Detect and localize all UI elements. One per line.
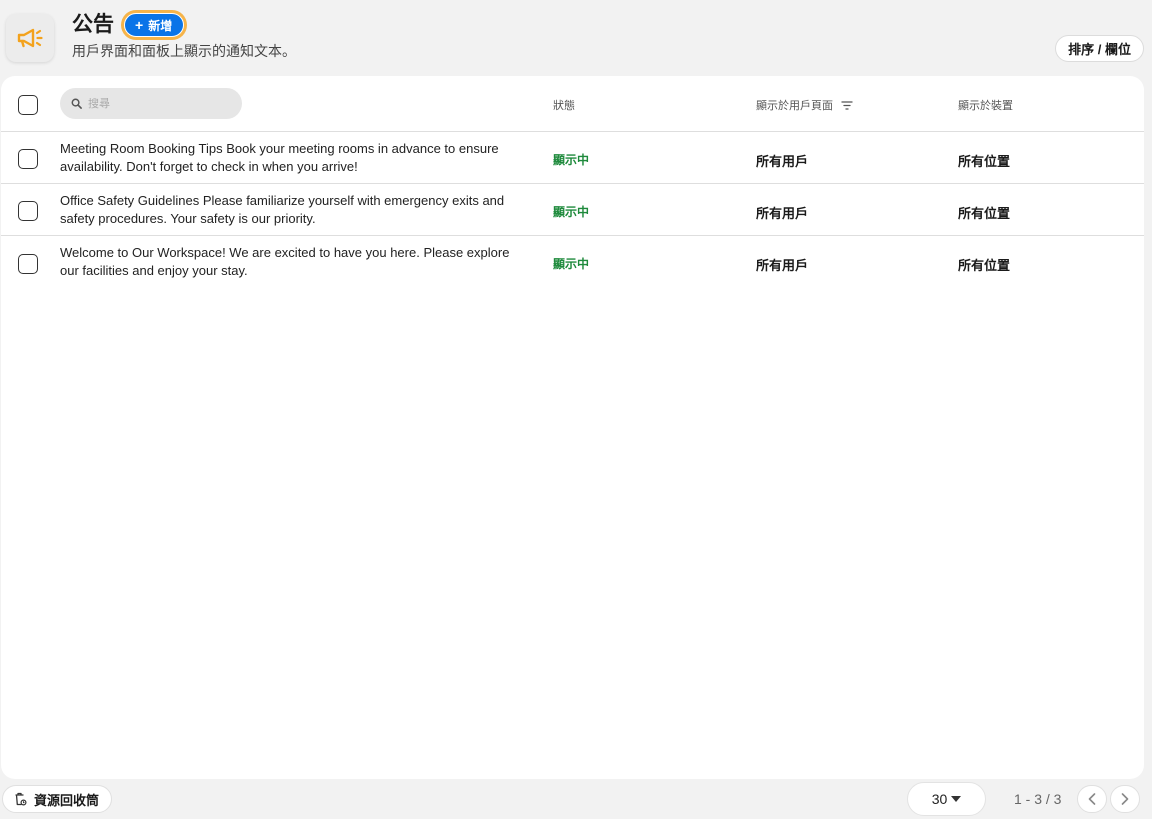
page-size-select[interactable]: 30 [907, 782, 986, 816]
plus-icon: + [135, 17, 144, 33]
announcement-text: Meeting Room Booking Tips Book your meet… [60, 141, 499, 174]
announcement-text: Welcome to Our Workspace! We are excited… [60, 245, 510, 278]
recycle-bin-label: 資源回收筒 [34, 792, 100, 808]
user-page-value: 所有用戶 [756, 206, 809, 221]
device-value: 所有位置 [958, 258, 1011, 273]
page-size-value: 30 [931, 791, 948, 807]
status-badge: 顯示中 [553, 153, 590, 167]
column-header-status[interactable]: 狀態 [553, 97, 575, 113]
status-badge: 顯示中 [553, 205, 590, 219]
device-value: 所有位置 [958, 206, 1011, 221]
sort-columns-button[interactable]: 排序 / 欄位 [1055, 35, 1144, 62]
column-header-device[interactable]: 顯示於裝置 [958, 97, 1013, 113]
recycle-bin-button[interactable]: 資源回收筒 [2, 785, 113, 813]
page-subtitle: 用戶界面和面板上顯示的通知文本。 [72, 43, 296, 59]
row-checkbox[interactable] [18, 149, 38, 169]
previous-page-button[interactable] [1077, 785, 1107, 813]
megaphone-icon [17, 28, 43, 48]
search-icon [71, 98, 82, 109]
search-box[interactable] [60, 88, 242, 119]
select-all-checkbox[interactable] [18, 95, 38, 115]
add-button[interactable]: + 新增 [124, 13, 185, 37]
column-header-device-label: 顯示於裝置 [958, 100, 1013, 112]
status-badge: 顯示中 [553, 257, 590, 271]
add-button-focus-ring: + 新增 [121, 10, 188, 40]
row-checkbox[interactable] [18, 201, 38, 221]
table-row[interactable]: Office Safety Guidelines Please familiar… [1, 184, 1144, 236]
column-header-status-label: 狀態 [553, 100, 575, 112]
search-input[interactable] [88, 97, 228, 110]
user-page-value: 所有用戶 [756, 258, 809, 273]
page-title: 公告 [72, 13, 114, 36]
announcements-table: 狀態 顯示於用戶頁面 顯示於裝置 Meeting Room Booking Ti… [1, 76, 1144, 779]
next-page-button[interactable] [1110, 785, 1140, 813]
add-button-label: 新增 [148, 18, 173, 33]
row-checkbox[interactable] [18, 254, 38, 274]
table-header-row: 狀態 顯示於用戶頁面 顯示於裝置 [1, 76, 1144, 132]
pagination-range: 1 - 3 / 3 [1014, 791, 1062, 807]
recycle-bin-icon [15, 792, 27, 806]
app-icon [6, 14, 54, 62]
column-header-user-page[interactable]: 顯示於用戶頁面 [756, 97, 853, 113]
table-row[interactable]: Welcome to Our Workspace! We are excited… [1, 236, 1144, 288]
table-row[interactable]: Meeting Room Booking Tips Book your meet… [1, 132, 1144, 184]
user-page-value: 所有用戶 [756, 154, 809, 169]
column-header-user-page-label: 顯示於用戶頁面 [756, 100, 833, 112]
caret-down-icon [951, 796, 962, 802]
device-value: 所有位置 [958, 154, 1011, 169]
announcement-text: Office Safety Guidelines Please familiar… [60, 193, 505, 226]
filter-icon[interactable] [841, 100, 853, 110]
chevron-left-icon [1088, 793, 1096, 805]
chevron-right-icon [1121, 793, 1129, 805]
